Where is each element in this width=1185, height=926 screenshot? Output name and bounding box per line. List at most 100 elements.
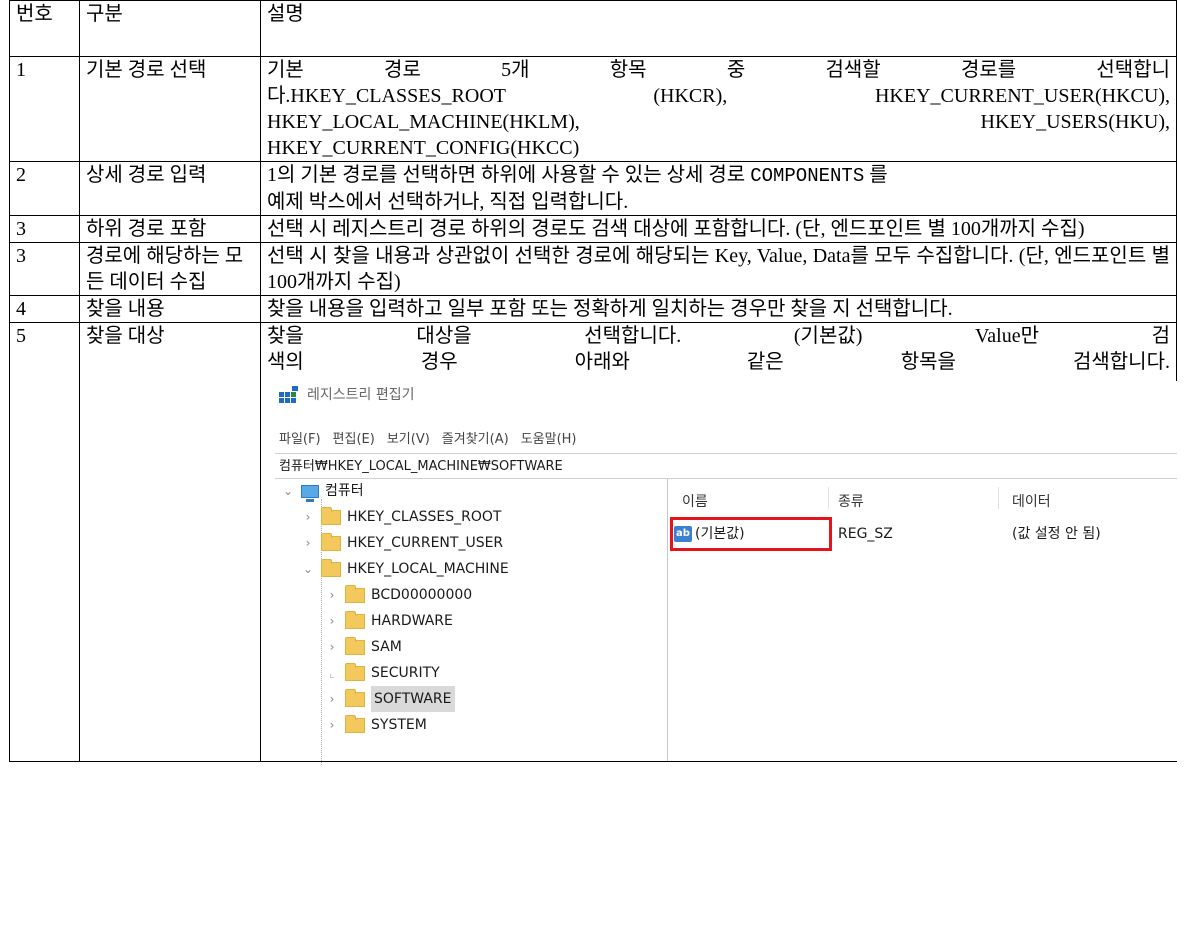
row-category: 하위 경로 포함 [79, 215, 261, 243]
desc-line: HKEY_LOCAL_MACHINE(HKLM), HKEY_USERS(HKU… [267, 111, 1170, 133]
tree-line-icon: ⌞ [329, 666, 335, 680]
folder-icon [345, 662, 365, 681]
tree-node-computer[interactable]: ⌄ 컴퓨터 [281, 479, 364, 503]
chevron-right-icon[interactable]: › [325, 634, 339, 660]
row-description: 1의 기본 경로를 선택하면 하위에 사용할 수 있는 상세 경로 COMPON… [260, 161, 1177, 216]
value-type[interactable]: REG_SZ [838, 523, 893, 545]
table-row: 5 찾을 대상 찾을 대상을 선택합니다. (기본값) Value만 검 색의 … [9, 322, 1177, 765]
table-row: 4 찾을 내용 찾을 내용을 입력하고 일부 포함 또는 정확하게 일치하는 경… [9, 295, 1177, 323]
folder-icon [345, 636, 365, 655]
highlight-box [670, 517, 832, 551]
table-row: 2 상세 경로 입력 1의 기본 경로를 선택하면 하위에 사용할 수 있는 상… [9, 161, 1177, 216]
header-number-label: 번호 [16, 3, 53, 25]
header-description: 설명 [260, 0, 1177, 57]
row-description: 선택 시 레지스트리 경로 하위의 경로도 검색 대상에 포함합니다. (단, … [260, 215, 1177, 243]
chevron-right-icon[interactable]: › [301, 530, 315, 556]
column-header-type[interactable]: 종류 [838, 489, 864, 511]
tree-node-security[interactable]: ⌞ SECURITY [325, 661, 440, 685]
desc-code: COMPONENTS [750, 165, 865, 187]
tree-node-label: SECURITY [371, 665, 440, 681]
menu-help[interactable]: 도움말(H) [521, 427, 577, 453]
tree-node-label-selected: SOFTWARE [371, 686, 455, 712]
chevron-down-icon[interactable]: ⌄ [301, 556, 315, 582]
desc-line: 색의 경우 아래와 같은 항목을 검색합니다. [267, 351, 1170, 373]
desc-line: 기본 경로 5개 항목 중 검색할 경로를 선택합니 [267, 59, 1170, 81]
registry-editor-screenshot: 레지스트리 편집기 파일(F) 편집(E) 보기(V) 즐겨찾기(A) 도움말(… [261, 381, 1177, 765]
regedit-app-icon [279, 386, 299, 404]
table-row: 3 하위 경로 포함 선택 시 레지스트리 경로 하위의 경로도 검색 대상에 … [9, 215, 1177, 243]
tree-node-bcd[interactable]: › BCD00000000 [325, 583, 472, 607]
tree-node-label: HKEY_CURRENT_USER [347, 535, 504, 551]
tree-node-label: BCD00000000 [371, 587, 473, 603]
address-bar[interactable]: 컴퓨터₩HKEY_LOCAL_MACHINE₩SOFTWARE [275, 453, 1177, 479]
chevron-right-icon[interactable]: › [325, 582, 339, 608]
chevron-right-icon[interactable]: › [325, 686, 339, 712]
chevron-right-icon[interactable]: › [301, 504, 315, 530]
chevron-right-icon[interactable]: › [325, 712, 339, 738]
tree-node-hklm[interactable]: ⌄ HKEY_LOCAL_MACHINE [301, 557, 509, 581]
desc-text: 를 [864, 164, 888, 186]
folder-icon [345, 714, 365, 733]
tree-node-sam[interactable]: › SAM [325, 635, 402, 659]
desc-text: 1의 기본 경로를 선택하면 하위에 사용할 수 있는 상세 경로 [267, 164, 751, 186]
registry-tree: ⌄ 컴퓨터 › HKEY_CLASSES_ROOT › HKEY_CURRENT… [275, 479, 668, 765]
menu-edit[interactable]: 편집(E) [333, 427, 375, 453]
column-header-data[interactable]: 데이터 [1012, 489, 1051, 511]
folder-icon [345, 610, 365, 629]
desc-line: HKEY_CURRENT_CONFIG(HKCC) [267, 137, 580, 159]
value-list: 이름 종류 데이터 ab (기본값) REG_SZ (값 설정 안 됨) [668, 479, 1177, 761]
row-number: 4 [9, 295, 80, 323]
tree-node-software[interactable]: › SOFTWARE [325, 686, 455, 712]
folder-icon [345, 688, 365, 707]
column-header-name[interactable]: 이름 [682, 489, 708, 511]
header-category-label: 구분 [86, 3, 123, 25]
tree-node-hkcr[interactable]: › HKEY_CLASSES_ROOT [301, 505, 501, 529]
row-category: 기본 경로 선택 [79, 56, 261, 162]
row-number: 2 [9, 161, 80, 216]
menu-favorites[interactable]: 즐겨찾기(A) [442, 427, 509, 453]
tree-node-hkcu[interactable]: › HKEY_CURRENT_USER [301, 531, 503, 555]
row-number: 3 [9, 215, 80, 243]
chevron-right-icon[interactable]: › [325, 608, 339, 634]
desc-line: 찾을 대상을 선택합니다. (기본값) Value만 검 [267, 325, 1170, 347]
folder-icon [321, 506, 341, 525]
value-data[interactable]: (값 설정 안 됨) [1012, 523, 1101, 545]
tree-node-label: 컴퓨터 [325, 483, 364, 499]
computer-icon [301, 484, 319, 502]
spec-table: 번호 구분 설명 1 기본 경로 선택 기본 경로 5개 항목 중 검색할 경로… [9, 0, 1177, 765]
tree-node-system[interactable]: › SYSTEM [325, 713, 427, 737]
folder-icon [321, 532, 341, 551]
row-number: 3 [9, 242, 80, 296]
column-divider[interactable] [998, 487, 999, 509]
regedit-menubar: 파일(F) 편집(E) 보기(V) 즐겨찾기(A) 도움말(H) [279, 427, 577, 453]
tree-guide [321, 575, 322, 765]
tree-node-hardware[interactable]: › HARDWARE [325, 609, 453, 633]
tree-node-label: HARDWARE [371, 613, 453, 629]
table-header-row: 번호 구분 설명 [9, 0, 1177, 57]
row-description: 찾을 내용을 입력하고 일부 포함 또는 정확하게 일치하는 경우만 찾을 지 … [260, 295, 1177, 323]
tree-node-label: HKEY_CLASSES_ROOT [347, 509, 502, 525]
folder-icon [345, 584, 365, 603]
chevron-down-icon[interactable]: ⌄ [281, 478, 295, 504]
tree-node-label: SYSTEM [371, 717, 427, 733]
row-number: 5 [9, 322, 80, 762]
column-divider[interactable] [828, 487, 829, 509]
menu-view[interactable]: 보기(V) [387, 427, 430, 453]
header-description-label: 설명 [267, 3, 304, 25]
header-category: 구분 [79, 0, 261, 57]
row-description: 찾을 대상을 선택합니다. (기본값) Value만 검 색의 경우 아래와 같… [260, 322, 1177, 765]
table-row: 3 경로에 해당하는 모든 데이터 수집 선택 시 찾을 내용과 상관없이 선택… [9, 242, 1177, 296]
desc-line: 다.HKEY_CLASSES_ROOT (HKCR), HKEY_CURRENT… [267, 85, 1170, 107]
row-category: 찾을 내용 [79, 295, 261, 323]
desc-line: 1의 기본 경로를 선택하면 하위에 사용할 수 있는 상세 경로 COMPON… [267, 162, 1170, 189]
folder-icon [321, 558, 341, 577]
tree-node-label: HKEY_LOCAL_MACHINE [347, 561, 509, 577]
row-category: 찾을 대상 [79, 322, 261, 762]
row-description: 기본 경로 5개 항목 중 검색할 경로를 선택합니 다.HKEY_CLASSE… [260, 56, 1177, 162]
row-category: 경로에 해당하는 모든 데이터 수집 [79, 242, 261, 296]
menu-file[interactable]: 파일(F) [279, 427, 321, 453]
table-row: 1 기본 경로 선택 기본 경로 5개 항목 중 검색할 경로를 선택합니 다.… [9, 56, 1177, 162]
header-number: 번호 [9, 0, 80, 57]
row-number: 1 [9, 56, 80, 162]
row-description: 선택 시 찾을 내용과 상관없이 선택한 경로에 해당되는 Key, Value… [260, 242, 1177, 296]
